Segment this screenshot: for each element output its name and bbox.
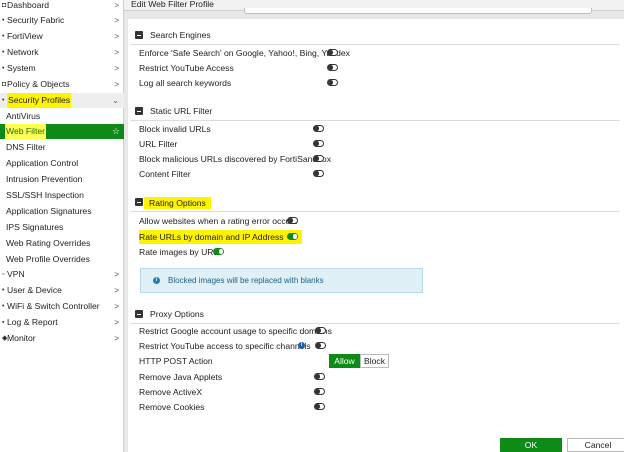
post-action-allow-button[interactable]: Allow [329, 354, 360, 368]
section-header-rating-options[interactable]: Rating Options [130, 192, 620, 212]
toggle-rate-images-by-url[interactable] [213, 248, 224, 255]
sidebar-item-log-report[interactable]: ▪ Log & Report > [0, 315, 124, 330]
sidebar-item-security-fabric[interactable]: • Security Fabric > [0, 13, 124, 28]
toggle-block-invalid-urls[interactable] [313, 125, 324, 132]
sidebar-item-web-filter[interactable]: Web Filter ☆ [0, 124, 124, 139]
toggle-url-filter[interactable] [313, 140, 324, 147]
title-tab-decoration [244, 8, 592, 14]
collapse-icon[interactable] [135, 198, 143, 206]
toggle-remove-activex[interactable] [314, 388, 325, 395]
chevron-right-icon: > [114, 334, 119, 343]
chevron-down-icon: ⌄ [112, 96, 119, 105]
info-icon[interactable]: i [298, 342, 305, 349]
sidebar-item-application-control[interactable]: Application Control [0, 156, 124, 171]
collapse-icon[interactable] [135, 31, 143, 39]
main-content: Edit Web Filter Profile Search Engines E… [124, 0, 624, 452]
chevron-right-icon: > [114, 80, 119, 89]
sidebar-item-intrusion-prevention[interactable]: Intrusion Prevention [0, 172, 124, 187]
sidebar-item-user-device[interactable]: • User & Device > [0, 283, 124, 298]
chevron-right-icon: > [114, 64, 119, 73]
toggle-remove-cookies[interactable] [314, 403, 325, 410]
footer-buttons: OK Cancel [124, 438, 624, 452]
sidebar-item-ips-signatures[interactable]: IPS Signatures [0, 220, 124, 235]
star-icon[interactable]: ☆ [112, 124, 120, 139]
chevron-right-icon: > [114, 270, 119, 279]
toggle-restrict-google-account[interactable] [315, 327, 326, 334]
post-action-block-button[interactable]: Block [360, 354, 389, 368]
sidebar-item-dashboard[interactable]: ◘ Dashboard > [0, 0, 124, 13]
chevron-right-icon: > [114, 302, 119, 311]
chevron-right-icon: > [114, 1, 119, 10]
chevron-right-icon: > [114, 286, 119, 295]
section-header-proxy-options[interactable]: Proxy Options [130, 304, 620, 324]
sidebar-item-system[interactable]: • System > [0, 61, 124, 76]
sidebar-item-wifi-switch-controller[interactable]: • WiFi & Switch Controller > [0, 299, 124, 314]
toggle-restrict-youtube-channels[interactable] [315, 342, 326, 349]
chevron-right-icon: > [114, 32, 119, 41]
sidebar: ◘ Dashboard > • Security Fabric > • Fort… [0, 0, 124, 452]
section-header-search-engines[interactable]: Search Engines [130, 25, 620, 45]
sidebar-item-security-profiles[interactable]: • Security Profiles ⌄ [0, 93, 124, 108]
section-header-static-url-filter[interactable]: Static URL Filter [130, 101, 620, 121]
info-message: i Blocked images will be replaced with b… [140, 268, 423, 293]
sidebar-item-fortiview[interactable]: • FortiView > [0, 29, 124, 44]
sidebar-item-application-signatures[interactable]: Application Signatures [0, 204, 124, 219]
toggle-rate-urls-domain-ip[interactable] [287, 233, 298, 240]
ok-button[interactable]: OK [500, 438, 562, 452]
page-title: Edit Web Filter Profile [131, 0, 214, 9]
sidebar-item-monitor[interactable]: ◆ Monitor > [0, 331, 124, 346]
sidebar-item-dns-filter[interactable]: DNS Filter [0, 140, 124, 155]
collapse-icon[interactable] [135, 107, 143, 115]
toggle-restrict-youtube-access[interactable] [327, 64, 338, 71]
sidebar-item-web-profile-overrides[interactable]: Web Profile Overrides [0, 252, 124, 267]
cancel-button[interactable]: Cancel [567, 438, 624, 452]
form-panel: Search Engines Enforce 'Safe Search' on … [128, 19, 624, 452]
info-icon: i [153, 277, 160, 284]
toggle-content-filter[interactable] [313, 170, 324, 177]
chevron-right-icon: > [114, 318, 119, 327]
sidebar-item-web-rating-overrides[interactable]: Web Rating Overrides [0, 236, 124, 251]
toggle-allow-rating-error[interactable] [287, 217, 298, 224]
sidebar-item-policy-objects[interactable]: ◘ Policy & Objects > [0, 77, 124, 92]
toggle-log-search-keywords[interactable] [327, 79, 338, 86]
toggle-enforce-safe-search[interactable] [327, 49, 338, 56]
chevron-right-icon: > [114, 16, 119, 25]
row-rate-urls-domain-ip: Rate URLs by domain and IP Address [139, 230, 302, 244]
sidebar-item-ssl-ssh-inspection[interactable]: SSL/SSH Inspection [0, 188, 124, 203]
sidebar-item-network[interactable]: • Network > [0, 45, 124, 60]
sidebar-item-vpn[interactable]: ▫ VPN > [0, 267, 124, 282]
collapse-icon[interactable] [135, 310, 143, 318]
toggle-remove-java-applets[interactable] [314, 373, 325, 380]
sidebar-item-antivirus[interactable]: AntiVirus [0, 109, 124, 124]
chevron-right-icon: > [114, 48, 119, 57]
toggle-block-malicious-urls[interactable] [313, 155, 324, 162]
